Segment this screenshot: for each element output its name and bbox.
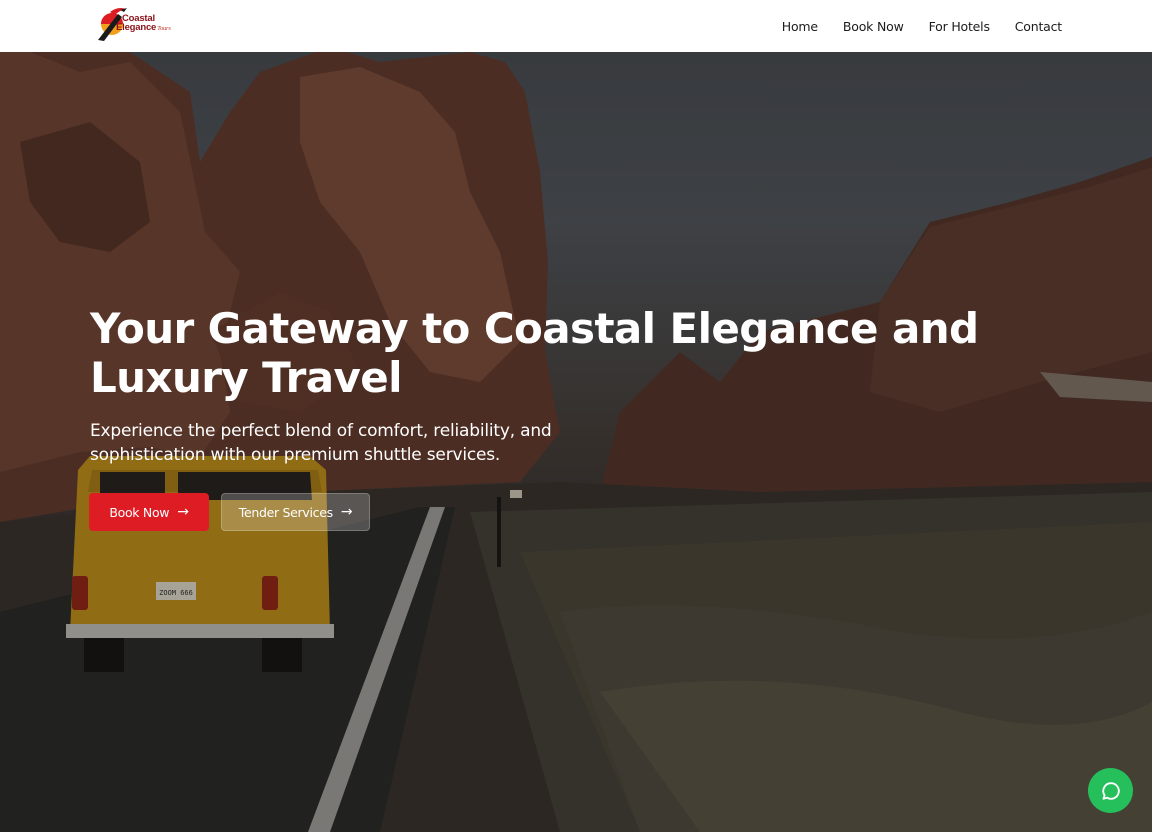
hero-headline: Your Gateway to Coastal Elegance and Lux… — [90, 304, 979, 402]
brand-line-2-text: Elegance — [116, 22, 157, 33]
nav-contact[interactable]: Contact — [1015, 19, 1062, 34]
nav-for-hotels[interactable]: For Hotels — [929, 19, 990, 34]
brand-logo[interactable]: Coastal EleganceTours — [96, 4, 190, 44]
chat-button[interactable] — [1088, 768, 1133, 813]
chat-bubble-icon — [1101, 781, 1120, 800]
brand-wordmark: Coastal EleganceTours — [116, 14, 171, 33]
navbar: Coastal EleganceTours Home Book Now For … — [0, 0, 1152, 52]
nav-home[interactable]: Home — [782, 19, 818, 34]
arrow-right-icon: → — [177, 504, 189, 520]
brand-line-2: EleganceTours — [116, 23, 171, 33]
tender-services-button-label: Tender Services — [238, 504, 333, 520]
hero-subheadline: Experience the perfect blend of comfort,… — [90, 421, 552, 465]
tender-services-button[interactable]: Tender Services → — [221, 493, 370, 531]
brand-line-3: Tours — [157, 25, 171, 32]
book-now-button-label: Book Now — [109, 504, 170, 520]
book-now-button[interactable]: Book Now → — [89, 493, 209, 531]
nav-book-now[interactable]: Book Now — [843, 19, 904, 34]
hero-section: ZOOM 666 Your Gateway to Coastal Eleganc… — [0, 52, 1152, 832]
main-nav: Home Book Now For Hotels Contact — [782, 0, 1062, 52]
arrow-right-icon: → — [340, 504, 353, 520]
